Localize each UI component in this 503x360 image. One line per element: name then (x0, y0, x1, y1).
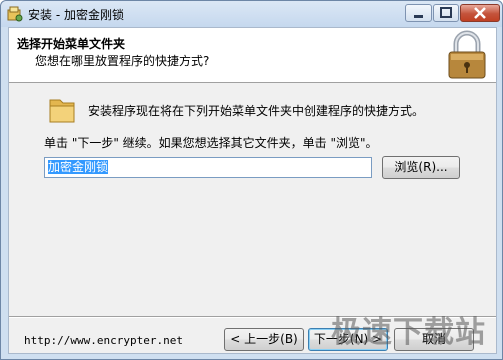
browse-button[interactable]: 浏览(R)... (382, 156, 460, 179)
footer-divider (9, 316, 496, 318)
maximize-icon (440, 7, 452, 18)
minimize-button[interactable] (405, 4, 432, 22)
folder-input-value: 加密金刚锁 (48, 160, 109, 174)
website-link[interactable]: http://www.encrypter.net (24, 334, 183, 347)
info-text: 安装程序现在将在下列开始菜单文件夹中创建程序的快捷方式。 (88, 104, 425, 118)
cancel-button[interactable]: 取消 (394, 328, 474, 351)
wizard-header: 选择开始菜单文件夹 您想在哪里放置程序的快捷方式? (9, 28, 496, 83)
padlock-icon (448, 30, 486, 79)
title-bar[interactable]: 安装 - 加密金刚锁 (1, 1, 502, 27)
installer-window: 安装 - 加密金刚锁 选择开始菜单文件夹 您想在哪里放置程序的快捷方式? 安装程… (0, 0, 503, 360)
start-menu-folder-input[interactable]: 加密金刚锁 (44, 157, 372, 178)
page-subtitle: 您想在哪里放置程序的快捷方式? (35, 54, 210, 68)
maximize-button[interactable] (433, 4, 459, 22)
close-icon (474, 7, 486, 19)
back-button[interactable]: < 上一步(B) (224, 328, 304, 351)
installer-icon (7, 6, 23, 22)
hint-text: 单击 "下一步" 继续。如果您想选择其它文件夹，单击 "浏览"。 (44, 136, 378, 150)
installer-client-area: 选择开始菜单文件夹 您想在哪里放置程序的快捷方式? 安装程序现在将在下列开始菜单… (8, 27, 497, 354)
window-title: 安装 - 加密金刚锁 (28, 8, 124, 22)
page-title: 选择开始菜单文件夹 (17, 37, 126, 51)
close-button[interactable] (460, 4, 500, 22)
minimize-icon (414, 15, 423, 18)
next-button[interactable]: 下一步(N) > (308, 328, 388, 351)
folder-icon (49, 99, 75, 123)
